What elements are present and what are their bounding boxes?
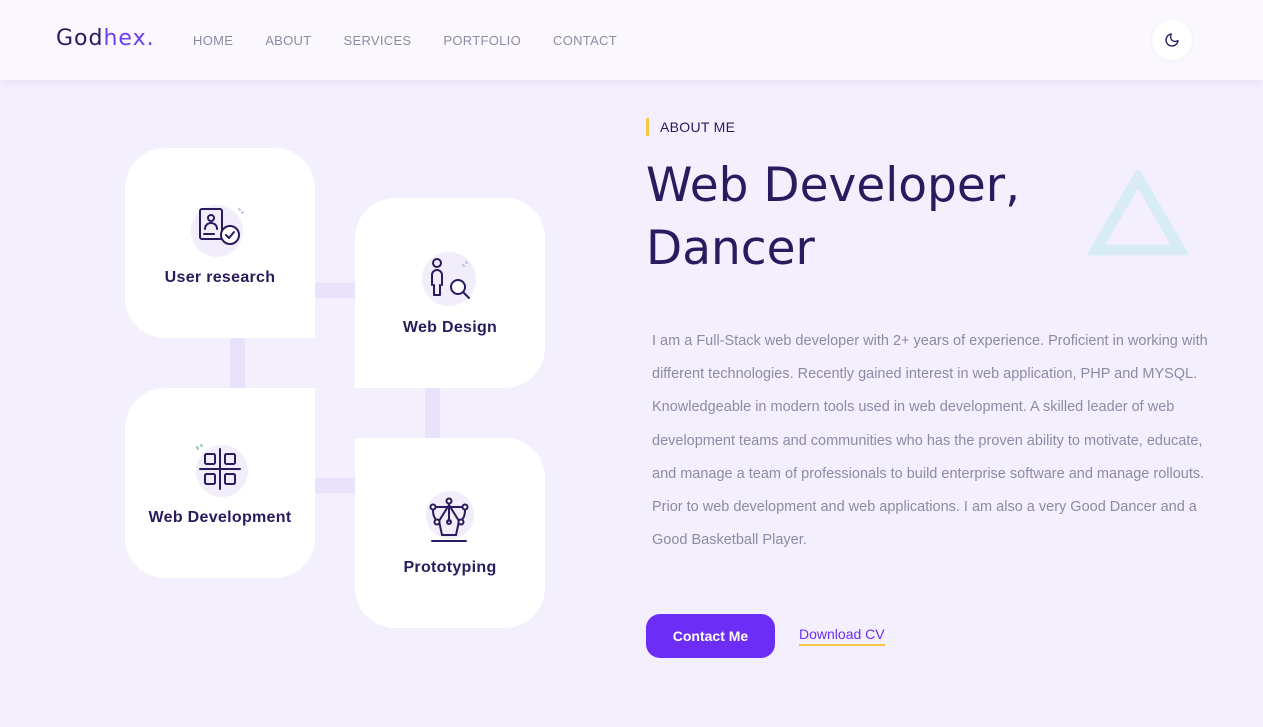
service-label: User research xyxy=(164,269,276,286)
connector xyxy=(315,283,355,298)
section-tag: ABOUT ME xyxy=(646,118,735,136)
user-research-icon xyxy=(190,199,250,259)
pen-tool-icon xyxy=(420,489,480,549)
person-search-icon xyxy=(420,249,480,309)
download-cv-link[interactable]: Download CV xyxy=(799,626,885,646)
nav-services[interactable]: SERVICES xyxy=(344,33,412,48)
theme-toggle-button[interactable] xyxy=(1152,20,1192,60)
service-card-web-design[interactable]: Web Design xyxy=(355,198,545,388)
title-line-1: Web Developer, xyxy=(646,158,1021,213)
service-card-web-development[interactable]: Web Development xyxy=(125,388,315,578)
site-header: Godhex. HOME ABOUT SERVICES PORTFOLIO CO… xyxy=(0,0,1263,80)
grid-apps-icon xyxy=(190,439,250,499)
triangle-decoration xyxy=(1088,170,1188,256)
nav-contact[interactable]: CONTACT xyxy=(553,33,617,48)
title-line-2: Dancer xyxy=(646,221,815,276)
service-label: Prototyping xyxy=(403,559,497,576)
contact-me-button[interactable]: Contact Me xyxy=(646,614,775,658)
page-title: Web Developer, Dancer xyxy=(646,154,1066,280)
nav-home[interactable]: HOME xyxy=(193,33,233,48)
moon-icon xyxy=(1165,33,1179,47)
connector xyxy=(315,478,355,493)
logo[interactable]: Godhex. xyxy=(56,26,155,51)
connector xyxy=(230,338,245,388)
service-label: Web Development xyxy=(148,509,292,526)
nav-about[interactable]: ABOUT xyxy=(265,33,311,48)
service-card-prototyping[interactable]: Prototyping xyxy=(355,438,545,628)
about-description: I am a Full-Stack web developer with 2+ … xyxy=(652,333,1208,549)
service-label: Web Design xyxy=(402,319,498,336)
connector xyxy=(425,388,440,438)
service-card-user-research[interactable]: User research xyxy=(125,148,315,338)
nav-portfolio[interactable]: PORTFOLIO xyxy=(443,33,521,48)
main-nav: HOME ABOUT SERVICES PORTFOLIO CONTACT xyxy=(193,33,649,48)
